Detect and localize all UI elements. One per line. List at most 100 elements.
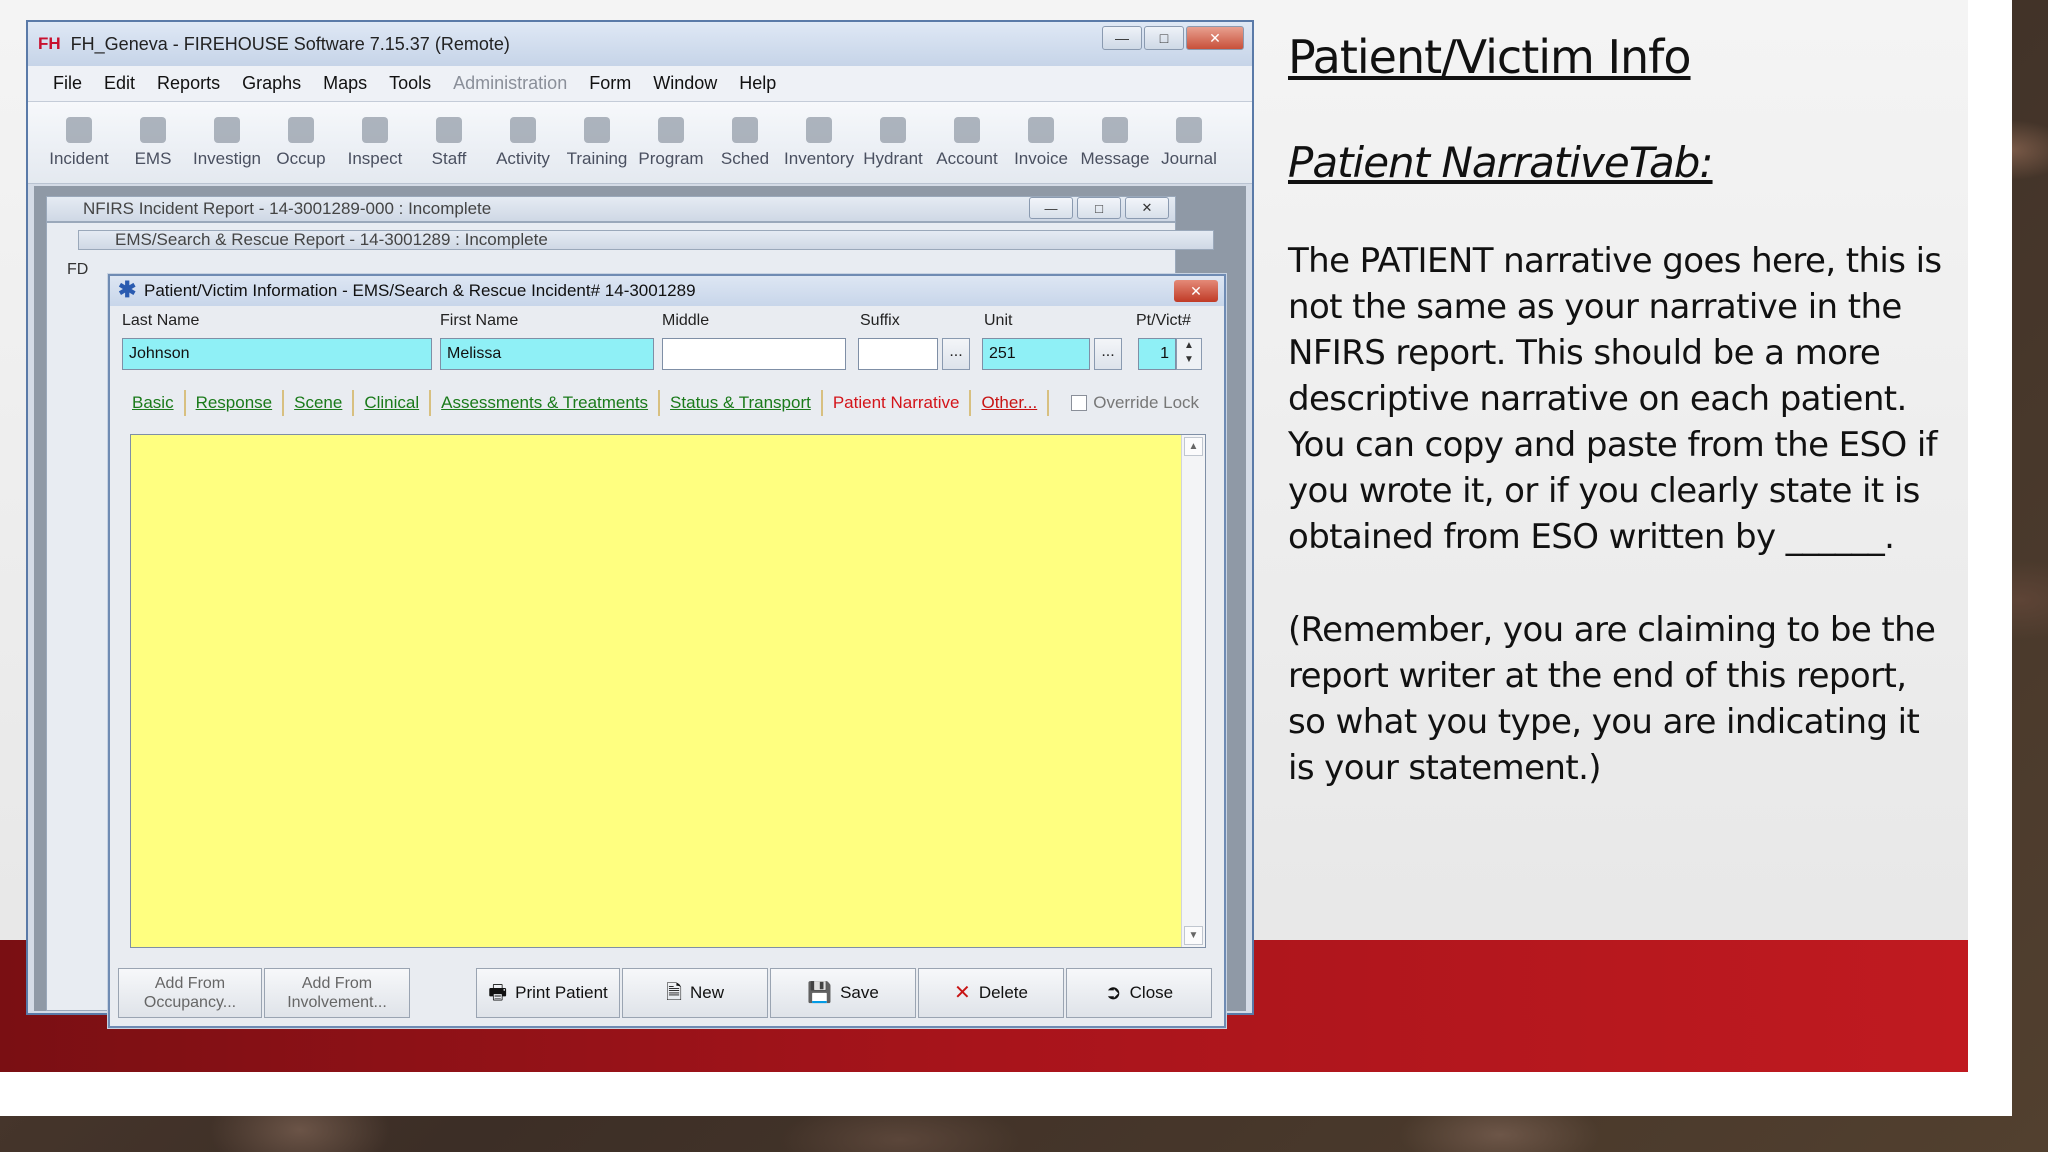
tool-training[interactable]: Training: [560, 102, 634, 183]
tool-inspect[interactable]: Inspect: [338, 102, 412, 183]
scroll-down-icon[interactable]: ▼: [1184, 926, 1203, 945]
suffix-field[interactable]: [858, 338, 938, 370]
tool-invoice[interactable]: Invoice: [1004, 102, 1078, 183]
nfirs-window-title: NFIRS Incident Report - 14-3001289-000 :…: [83, 199, 492, 218]
dialog-close-button[interactable]: ✕: [1174, 280, 1218, 302]
last-name-field[interactable]: Johnson: [122, 338, 432, 370]
staff-icon: [436, 116, 462, 143]
tool-activity[interactable]: Activity: [486, 102, 560, 183]
tool-sched[interactable]: Sched: [708, 102, 782, 183]
tab-other[interactable]: Other...: [971, 390, 1050, 416]
slide-title: Patient/Victim Info: [1288, 30, 1692, 84]
tool-label: Activity: [496, 148, 550, 168]
menu-help[interactable]: Help: [728, 73, 787, 94]
tool-account[interactable]: Account: [930, 102, 1004, 183]
minimize-button[interactable]: —: [1102, 26, 1142, 50]
menu-reports[interactable]: Reports: [146, 73, 231, 94]
tool-investign[interactable]: Investign: [190, 102, 264, 183]
tool-hydrant[interactable]: Hydrant: [856, 102, 930, 183]
tool-label: Message: [1080, 148, 1150, 168]
unit-field[interactable]: 251: [982, 338, 1090, 370]
button-label: Print Patient: [515, 983, 608, 1002]
tab-status-transport[interactable]: Status & Transport: [660, 390, 823, 416]
investigation-icon: [214, 116, 240, 143]
tool-inventory[interactable]: Inventory: [782, 102, 856, 183]
tool-occup[interactable]: Occup: [264, 102, 338, 183]
exit-door-icon: ➲: [1104, 982, 1122, 1004]
tool-ems[interactable]: EMS: [116, 102, 190, 183]
tool-message[interactable]: Message: [1078, 102, 1152, 183]
app-titlebar: FH FH_Geneva - FIREHOUSE Software 7.15.3…: [28, 22, 1252, 66]
close-button[interactable]: ✕: [1186, 26, 1244, 50]
narrative-scrollbar[interactable]: ▲ ▼: [1181, 435, 1205, 947]
ems-icon: [140, 116, 166, 143]
suffix-label: Suffix: [860, 312, 900, 329]
tool-label: Journal: [1161, 148, 1217, 168]
first-name-field[interactable]: Melissa: [440, 338, 654, 370]
patient-victim-dialog: ✱ Patient/Victim Information - EMS/Searc…: [108, 274, 1226, 1028]
tab-patient-narrative[interactable]: Patient Narrative: [823, 390, 972, 416]
app-title: FH_Geneva - FIREHOUSE Software 7.15.37 (…: [70, 33, 510, 54]
menu-window[interactable]: Window: [642, 73, 728, 94]
tool-label: Account: [936, 148, 998, 168]
nfirs-maximize-button[interactable]: □: [1077, 197, 1121, 219]
tool-label: Investign: [192, 148, 262, 168]
ems-window-titlebar[interactable]: EMS/Search & Rescue Report - 14-3001289 …: [78, 230, 1214, 250]
tool-journal[interactable]: Journal: [1152, 102, 1226, 183]
new-button[interactable]: 🗎 New: [622, 968, 768, 1018]
maximize-button[interactable]: □: [1144, 26, 1184, 50]
hydrant-icon: [880, 116, 906, 143]
tab-clinical[interactable]: Clinical: [354, 390, 432, 416]
pt-vict-spinner[interactable]: ▲ ▼: [1176, 338, 1202, 370]
fd-label: FD: [67, 261, 89, 278]
override-lock-checkbox[interactable]: Override Lock: [1071, 393, 1199, 413]
tab-response[interactable]: Response: [186, 390, 285, 416]
patient-narrative-textarea[interactable]: [131, 435, 1181, 947]
tool-label: Program: [638, 148, 704, 168]
suffix-lookup-button[interactable]: ...: [942, 338, 970, 370]
menu-edit[interactable]: Edit: [93, 73, 146, 94]
slide-subtitle: Patient NarrativeTab:: [1288, 138, 1714, 187]
add-from-involvement-button[interactable]: Add From Involvement...: [264, 968, 410, 1018]
menu-file[interactable]: File: [42, 73, 93, 94]
button-label: Delete: [978, 983, 1028, 1002]
slide-paragraph-1: The PATIENT narrative goes here, this is…: [1288, 241, 1942, 557]
menu-administration[interactable]: Administration: [442, 73, 578, 94]
tool-incident[interactable]: Incident: [42, 102, 116, 183]
button-label: Involvement...: [287, 994, 387, 1011]
toolbar: Incident EMS Investign Occup Inspect Sta…: [28, 102, 1252, 184]
tab-basic[interactable]: Basic: [122, 390, 186, 416]
pt-vict-label: Pt/Vict#: [1136, 312, 1191, 329]
delete-button[interactable]: ✕ Delete: [918, 968, 1064, 1018]
menu-maps[interactable]: Maps: [312, 73, 378, 94]
add-from-occupancy-button[interactable]: Add From Occupancy...: [118, 968, 262, 1018]
tab-scene[interactable]: Scene: [284, 390, 355, 416]
tool-staff[interactable]: Staff: [412, 102, 486, 183]
tool-program[interactable]: Program: [634, 102, 708, 183]
tab-assessments-treatments[interactable]: Assessments & Treatments: [431, 390, 661, 416]
print-patient-button[interactable]: 🖶 Print Patient: [476, 968, 620, 1018]
pt-vict-field[interactable]: 1: [1138, 338, 1176, 370]
nfirs-close-button[interactable]: ✕: [1125, 197, 1169, 219]
tool-label: Sched: [720, 148, 770, 168]
program-icon: [658, 116, 684, 143]
scroll-up-icon[interactable]: ▲: [1184, 437, 1203, 456]
unit-lookup-button[interactable]: ...: [1094, 338, 1122, 370]
middle-label: Middle: [662, 312, 710, 329]
activity-icon: [510, 116, 536, 143]
journal-icon: [1176, 116, 1202, 143]
menu-graphs[interactable]: Graphs: [231, 73, 312, 94]
narrative-area: ▲ ▼: [130, 434, 1206, 948]
menu-form[interactable]: Form: [578, 73, 642, 94]
middle-field[interactable]: [662, 338, 846, 370]
nfirs-minimize-button[interactable]: —: [1029, 197, 1073, 219]
delete-x-icon: ✕: [954, 982, 971, 1004]
slide-paragraph-2: (Remember, you are claiming to be the re…: [1288, 610, 1936, 788]
button-label: New: [690, 983, 725, 1002]
tool-label: EMS: [134, 148, 172, 168]
menu-tools[interactable]: Tools: [378, 73, 442, 94]
printer-icon: 🖶: [488, 982, 508, 1004]
save-button[interactable]: 💾 Save: [770, 968, 916, 1018]
nfirs-window-titlebar[interactable]: NFIRS Incident Report - 14-3001289-000 :…: [46, 196, 1176, 222]
close-dialog-button[interactable]: ➲ Close: [1066, 968, 1212, 1018]
